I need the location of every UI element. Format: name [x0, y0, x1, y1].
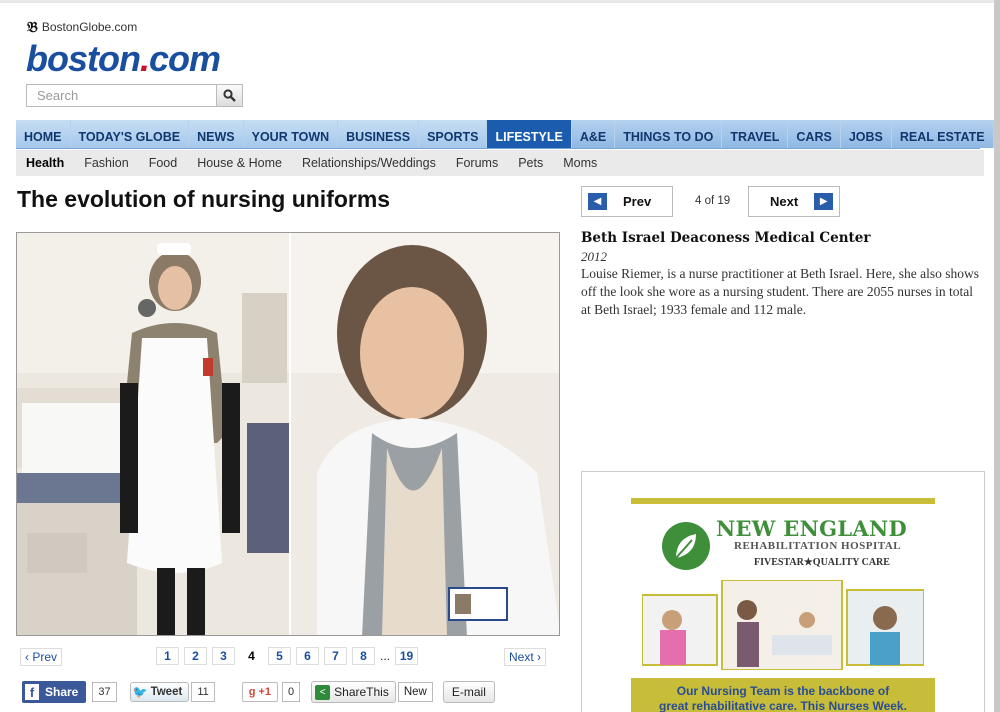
- ad-tagline: Our Nursing Team is the backbone of grea…: [631, 678, 935, 712]
- search-input[interactable]: Search: [26, 84, 216, 107]
- search-placeholder: Search: [37, 88, 79, 103]
- sub-nav-item-pets[interactable]: Pets: [518, 156, 543, 170]
- pager-page-6[interactable]: 6: [296, 647, 319, 665]
- share-bar: f Share 37 🐦 Tweet 11 g +1 0 < ShareThis…: [22, 681, 495, 703]
- ad-photo-collage: [641, 579, 925, 671]
- nav-item-travel[interactable]: TRAVEL: [722, 120, 789, 148]
- tweet-count: 11: [191, 682, 215, 702]
- logo-dot: .: [139, 38, 150, 79]
- nav-item-things-to-do[interactable]: THINGS TO DO: [615, 120, 723, 148]
- gallery-next-button[interactable]: Next ▶: [748, 186, 840, 217]
- ad-hospital-subtitle: REHABILITATION HOSPITAL: [734, 540, 902, 552]
- ad-tagline-line2: great rehabilitative care. This Nurses W…: [659, 699, 907, 712]
- pager-ellipsis: ...: [380, 649, 391, 663]
- sub-nav-item-relationships-weddings[interactable]: Relationships/Weddings: [302, 156, 436, 170]
- pager-page-5[interactable]: 5: [268, 647, 291, 665]
- tweet-button[interactable]: 🐦 Tweet: [129, 682, 190, 702]
- nav-item-sports[interactable]: SPORTS: [419, 120, 488, 148]
- gallery-next-label: Next: [770, 194, 799, 209]
- caption-year: 2012: [581, 249, 607, 264]
- gallery-prev-button[interactable]: ◀ Prev: [581, 186, 673, 217]
- facebook-icon: f: [25, 684, 39, 700]
- nav-item-cars[interactable]: CARS: [788, 120, 841, 148]
- ad-top-bar: [631, 498, 935, 504]
- pager-prev-link[interactable]: ‹ Prev: [20, 648, 63, 666]
- pager-page-3[interactable]: 3: [212, 647, 235, 665]
- sub-nav-item-food[interactable]: Food: [149, 156, 178, 170]
- facebook-share-label: Share: [45, 685, 79, 699]
- pager-page-2[interactable]: 2: [184, 647, 207, 665]
- google-plus-icon: g: [248, 686, 256, 698]
- sharethis-button[interactable]: < ShareThis: [311, 681, 396, 703]
- sharethis-new-badge: New: [397, 682, 433, 702]
- page-title: The evolution of nursing uniforms: [17, 186, 391, 212]
- sub-nav-item-health[interactable]: Health: [26, 156, 64, 170]
- nurse-photo-illustration: [17, 233, 559, 635]
- nav-item-news[interactable]: NEWS: [189, 120, 244, 148]
- logo-suffix: com: [149, 38, 221, 79]
- caption-title: Beth Israel Deaconess Medical Center: [581, 230, 871, 246]
- tweet-label: Tweet: [150, 686, 183, 698]
- right-arrow-icon: ▶: [814, 193, 834, 210]
- gallery-counter: 4 of 19: [695, 195, 731, 207]
- nav-item-business[interactable]: BUSINESS: [338, 120, 420, 148]
- gallery-prev-label: Prev: [623, 194, 652, 209]
- pager-numbers: 1 2 3 4 5 6 7 8... 19: [156, 647, 423, 665]
- pager-page-8[interactable]: 8: [352, 647, 375, 665]
- search-icon: [223, 89, 236, 102]
- browser-top-edge: [0, 0, 1000, 3]
- leaf-logo-icon: [662, 522, 710, 570]
- scrollbar[interactable]: [994, 0, 1000, 712]
- boston-com-logo[interactable]: boston.com: [26, 38, 221, 80]
- ad-hospital-name: NEW ENGLAND: [716, 516, 907, 541]
- sharethis-label: ShareThis: [334, 685, 389, 699]
- advertisement[interactable]: NEW ENGLAND REHABILITATION HOSPITAL FIVE…: [581, 471, 985, 712]
- twitter-bird-icon: 🐦: [132, 685, 148, 699]
- sub-nav-item-forums[interactable]: Forums: [456, 156, 498, 170]
- facebook-share-count: 37: [92, 682, 117, 702]
- pager-page-1[interactable]: 1: [156, 647, 179, 665]
- sub-nav-item-fashion[interactable]: Fashion: [84, 156, 128, 170]
- nav-item-lifestyle[interactable]: LIFESTYLE: [487, 120, 572, 148]
- nav-item-home[interactable]: HOME: [16, 120, 71, 148]
- pager-page-7[interactable]: 7: [324, 647, 347, 665]
- sub-nav-item-moms[interactable]: Moms: [563, 156, 597, 170]
- google-plus-button[interactable]: g +1: [241, 682, 279, 702]
- sharethis-icon: <: [315, 684, 331, 700]
- nav-item-jobs[interactable]: JOBS: [840, 120, 892, 148]
- ad-tagline-line1: Our Nursing Team is the backbone of: [676, 684, 890, 698]
- nav-item-real-estate[interactable]: REAL ESTATE: [891, 120, 994, 148]
- left-arrow-icon: ◀: [588, 193, 607, 210]
- ad-rating: FIVESTAR★QUALITY CARE: [754, 557, 890, 568]
- pager-page-last[interactable]: 19: [395, 647, 419, 665]
- bostonglobe-link-label: BostonGlobe.com: [41, 20, 138, 34]
- main-nav: HOME TODAY'S GLOBE NEWS YOUR TOWN BUSINESS SP…: [16, 120, 994, 149]
- bostonglobe-link[interactable]: 𝔅 BostonGlobe.com: [27, 18, 137, 36]
- search-button[interactable]: [216, 84, 243, 107]
- google-plus-label: +1: [258, 686, 272, 698]
- nav-item-today-s-globe[interactable]: TODAY'S GLOBE: [71, 120, 190, 148]
- sub-nav: Health Fashion Food House & Home Relationshi…: [16, 150, 984, 176]
- nav-item-a-e[interactable]: A&E: [571, 120, 616, 148]
- nav-item-your-town[interactable]: YOUR TOWN: [244, 120, 339, 148]
- globe-logo-icon: 𝔅: [27, 18, 38, 36]
- google-plus-count: 0: [282, 682, 301, 702]
- sub-nav-item-house-home[interactable]: House & Home: [197, 156, 282, 170]
- gallery-photo[interactable]: [16, 232, 560, 636]
- pager-page-4: 4: [248, 649, 255, 663]
- facebook-share-button[interactable]: f Share: [22, 681, 87, 703]
- logo-text: boston: [26, 38, 141, 79]
- pager-next-link[interactable]: Next ›: [504, 648, 547, 666]
- caption-text: Louise Riemer, is a nurse practitioner a…: [581, 266, 979, 317]
- email-button[interactable]: E-mail: [442, 681, 495, 703]
